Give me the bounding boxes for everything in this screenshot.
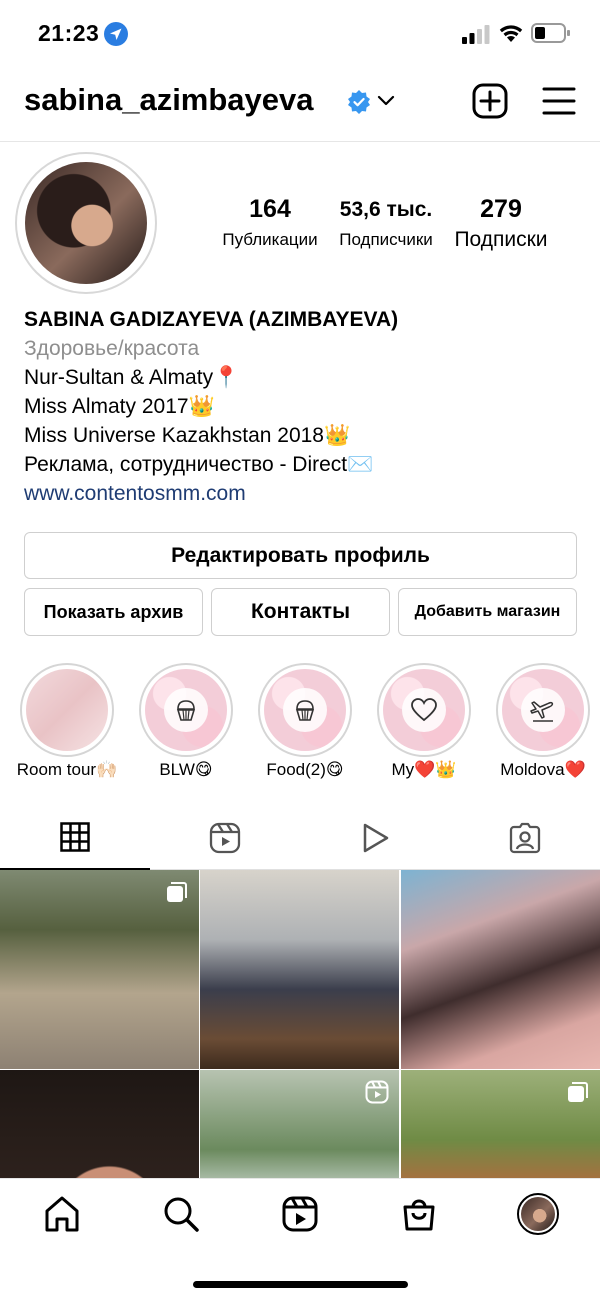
carousel-icon bbox=[167, 882, 187, 902]
profile-tab-avatar[interactable] bbox=[517, 1193, 559, 1235]
highlight-ring bbox=[258, 663, 352, 757]
post-thumbnail[interactable] bbox=[0, 1070, 199, 1178]
highlight-cover bbox=[26, 669, 108, 751]
highlight-label: Moldova❤️ bbox=[500, 760, 586, 779]
story-highlight[interactable]: Food(2)😋 bbox=[258, 663, 352, 779]
location-arrow-icon bbox=[104, 22, 128, 46]
shop-icon[interactable] bbox=[399, 1194, 439, 1234]
followers-count-value: 53,6 тыс. bbox=[339, 198, 433, 221]
tab-video[interactable] bbox=[300, 806, 450, 870]
followers-count[interactable]: 53,6 тыс. Подписчики bbox=[330, 195, 442, 250]
story-highlight[interactable]: My❤️👑 bbox=[377, 663, 471, 779]
highlight-label: Room tour🙌🏻 bbox=[16, 760, 118, 779]
show-archive-button[interactable]: Показать архив bbox=[24, 588, 203, 636]
bio-line: Miss Almaty 2017👑 bbox=[24, 395, 215, 418]
verified-badge-icon bbox=[348, 90, 370, 114]
bio-line: Miss Universe Kazakhstan 2018👑 bbox=[24, 424, 351, 447]
edit-profile-button[interactable]: Редактировать профиль bbox=[24, 532, 577, 579]
tagged-icon bbox=[509, 822, 541, 854]
reel-badge-icon bbox=[365, 1080, 389, 1104]
wifi-icon bbox=[499, 25, 523, 42]
profile-header: sabina_azimbayeva bbox=[0, 70, 600, 142]
highlight-label: BLW😋 bbox=[159, 760, 213, 779]
following-count-value: 279 bbox=[480, 195, 522, 223]
highlight-ring bbox=[20, 663, 114, 757]
story-highlight[interactable]: Room tour🙌🏻 bbox=[17, 663, 117, 779]
contacts-button[interactable]: Контакты bbox=[211, 588, 390, 636]
reels-icon bbox=[209, 822, 241, 854]
tab-tagged[interactable] bbox=[450, 806, 600, 870]
post-thumbnail[interactable] bbox=[200, 1070, 399, 1178]
grid-icon bbox=[60, 822, 90, 852]
bio-line: Nur-Sultan & Almaty📍 bbox=[24, 366, 240, 389]
highlight-ring bbox=[377, 663, 471, 757]
status-bar: 21:23 bbox=[0, 0, 600, 66]
new-post-icon[interactable] bbox=[472, 83, 508, 119]
tab-reels[interactable] bbox=[150, 806, 300, 870]
avatar-thumbnail bbox=[521, 1197, 555, 1231]
highlight-cover bbox=[264, 669, 346, 751]
highlight-cover bbox=[383, 669, 465, 751]
bottom-navigation bbox=[0, 1178, 600, 1298]
add-shop-button[interactable]: Добавить магазин bbox=[398, 588, 577, 636]
highlight-ring bbox=[139, 663, 233, 757]
cupcake-icon bbox=[295, 700, 315, 721]
carousel-icon bbox=[568, 1082, 588, 1102]
airplane-icon bbox=[530, 701, 554, 722]
posts-grid bbox=[0, 870, 600, 1178]
following-count[interactable]: 279 Подписки bbox=[446, 195, 556, 252]
category-label: Здоровье/красота bbox=[24, 337, 200, 360]
website-link[interactable]: www.contentosmm.com bbox=[24, 479, 584, 508]
following-count-label: Подписки bbox=[454, 228, 548, 251]
highlight-label: My❤️👑 bbox=[391, 760, 457, 779]
story-highlight[interactable]: BLW😋 bbox=[139, 663, 233, 779]
followers-count-label: Подписчики bbox=[339, 230, 433, 249]
profile-avatar[interactable] bbox=[15, 152, 157, 294]
post-thumbnail[interactable] bbox=[401, 870, 600, 1069]
post-thumbnail[interactable] bbox=[0, 870, 199, 1069]
profile-bio: SABINA GADIZAYEVA (AZIMBAYEVA) Здоровье/… bbox=[24, 305, 584, 508]
home-icon[interactable] bbox=[42, 1194, 82, 1234]
search-icon[interactable] bbox=[161, 1194, 201, 1234]
posts-count-label: Публикации bbox=[222, 230, 318, 249]
cupcake-icon bbox=[176, 700, 196, 721]
reels-icon[interactable] bbox=[280, 1194, 320, 1234]
post-thumbnail[interactable] bbox=[401, 1070, 600, 1178]
full-name: SABINA GADIZAYEVA (AZIMBAYEVA) bbox=[24, 308, 399, 331]
username-title[interactable]: sabina_azimbayeva bbox=[24, 82, 314, 118]
home-indicator bbox=[193, 1281, 408, 1288]
highlight-label: Food(2)😋 bbox=[266, 760, 344, 779]
chevron-down-icon[interactable] bbox=[376, 93, 396, 109]
avatar-photo bbox=[25, 162, 147, 284]
battery-icon bbox=[531, 23, 570, 43]
story-highlight[interactable]: Moldova❤️ bbox=[496, 663, 590, 779]
posts-count-value: 164 bbox=[249, 195, 291, 223]
posts-count[interactable]: 164 Публикации bbox=[212, 195, 328, 250]
profile-tabs bbox=[0, 806, 600, 870]
highlight-cover bbox=[502, 669, 584, 751]
highlight-cover bbox=[145, 669, 227, 751]
cellular-signal-icon bbox=[462, 25, 490, 44]
bio-line: Реклама, сотрудничество - Direct✉️ bbox=[24, 453, 374, 476]
highlight-ring bbox=[496, 663, 590, 757]
post-thumbnail[interactable] bbox=[200, 870, 399, 1069]
tab-grid[interactable] bbox=[0, 806, 150, 870]
heart-icon bbox=[411, 698, 437, 722]
video-play-icon bbox=[363, 823, 389, 853]
hamburger-menu-icon[interactable] bbox=[542, 85, 576, 117]
status-time: 21:23 bbox=[38, 20, 100, 46]
